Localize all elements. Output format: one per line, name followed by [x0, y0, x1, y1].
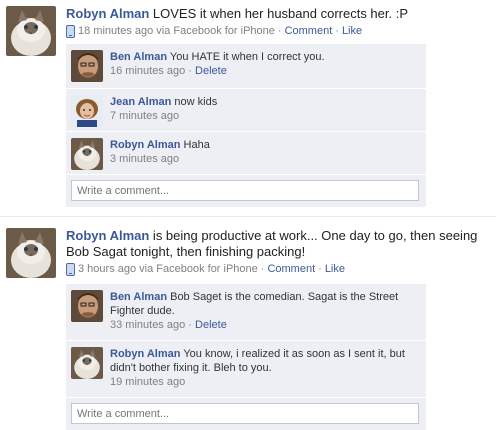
separator: ·	[188, 319, 192, 331]
write-comment-input[interactable]	[71, 403, 419, 424]
comment-author-link[interactable]: Robyn Alman	[110, 348, 181, 360]
comment-timestamp: 3 minutes ago	[110, 153, 180, 165]
comment-text: You HATE it when I correct you.	[167, 51, 325, 63]
post-text: Robyn Alman LOVES it when her husband co…	[66, 6, 494, 22]
avatar[interactable]	[71, 50, 103, 82]
avatar[interactable]	[6, 228, 56, 278]
separator: ·	[260, 263, 265, 275]
comment-body: Ben Alman Bob Saget is the comedian. Sag…	[110, 284, 426, 338]
comment-item: Ben Alman You HATE it when I correct you…	[66, 44, 426, 89]
comment-item: Jean Alman now kids 7 minutes ago	[66, 89, 426, 132]
avatar[interactable]	[71, 347, 103, 379]
comment-author-link[interactable]: Robyn Alman	[110, 139, 181, 151]
comment-body: Robyn Alman You know, i realized it as s…	[110, 341, 426, 395]
comment-timestamp: 19 minutes ago	[110, 376, 186, 388]
comment-item: Robyn Alman You know, i realized it as s…	[66, 341, 426, 398]
post-divider	[0, 216, 496, 217]
comment-link[interactable]: Comment	[267, 262, 315, 276]
post-timestamp: 3 hours ago via Facebook for iPhone	[78, 263, 258, 275]
comment-timestamp: 7 minutes ago	[110, 110, 180, 122]
separator: ·	[277, 25, 282, 37]
separator: ·	[318, 263, 322, 275]
comment-text: now kids	[171, 96, 218, 108]
post-text: Robyn Alman is being productive at work.…	[66, 228, 494, 260]
phone-icon	[66, 262, 75, 276]
delete-link[interactable]: Delete	[195, 319, 227, 331]
comment-item: Ben Alman Bob Saget is the comedian. Sag…	[66, 284, 426, 341]
post-author-link[interactable]: Robyn Alman	[66, 228, 149, 243]
delete-link[interactable]: Delete	[195, 65, 227, 77]
write-comment-box	[66, 398, 426, 430]
separator: ·	[335, 25, 339, 37]
like-link[interactable]: Like	[342, 24, 362, 38]
comment-list: Ben Alman You HATE it when I correct you…	[66, 44, 426, 207]
phone-icon	[66, 24, 75, 38]
comment-author-link[interactable]: Jean Alman	[110, 96, 171, 108]
comment-timestamp: 16 minutes ago	[110, 65, 186, 77]
post-body: Robyn Alman is being productive at work.…	[66, 228, 494, 276]
separator: ·	[188, 65, 192, 77]
comment-body: Ben Alman You HATE it when I correct you…	[110, 44, 426, 84]
comment-author-link[interactable]: Ben Alman	[110, 51, 167, 63]
comment-meta: 16 minutes ago · Delete	[110, 64, 420, 78]
post-meta: 18 minutes ago via Facebook for iPhone ·…	[66, 24, 494, 38]
comment-item: Robyn Alman Haha 3 minutes ago	[66, 132, 426, 175]
comment-text: Haha	[180, 139, 210, 151]
avatar[interactable]	[71, 290, 103, 322]
comment-link[interactable]: Comment	[285, 24, 333, 38]
post-message: LOVES it when her husband corrects her. …	[149, 6, 409, 21]
like-link[interactable]: Like	[325, 262, 345, 276]
write-comment-box	[66, 175, 426, 207]
post-body: Robyn Alman LOVES it when her husband co…	[66, 6, 494, 38]
comment-timestamp: 33 minutes ago	[110, 319, 186, 331]
avatar[interactable]	[6, 6, 56, 56]
comment-body: Robyn Alman Haha 3 minutes ago	[110, 132, 426, 172]
avatar[interactable]	[71, 138, 103, 170]
comment-meta: 33 minutes ago · Delete	[110, 318, 420, 332]
comment-list: Ben Alman Bob Saget is the comedian. Sag…	[66, 284, 426, 430]
write-comment-input[interactable]	[71, 180, 419, 201]
post-author-link[interactable]: Robyn Alman	[66, 6, 149, 21]
avatar[interactable]	[71, 95, 103, 127]
post-timestamp: 18 minutes ago via Facebook for iPhone	[78, 25, 275, 37]
post-meta: 3 hours ago via Facebook for iPhone · Co…	[66, 262, 494, 276]
comment-body: Jean Alman now kids 7 minutes ago	[110, 89, 426, 129]
comment-author-link[interactable]: Ben Alman	[110, 291, 167, 303]
